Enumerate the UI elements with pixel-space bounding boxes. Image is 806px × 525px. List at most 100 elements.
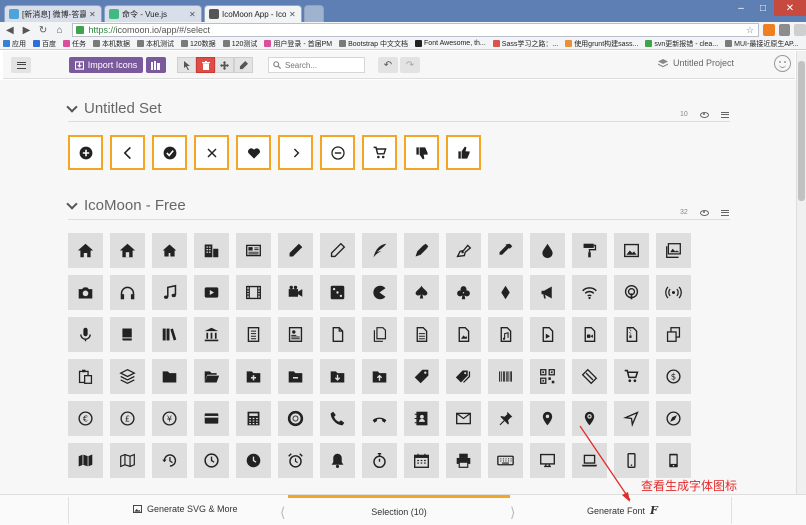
bookmark-item[interactable]: Sass学习之路：... [492,39,558,49]
icon-tile[interactable] [110,233,145,268]
browser-tab-icomoon[interactable]: IcoMoon App - Icon Fo ✕ [204,5,302,22]
icon-tile[interactable] [488,275,523,310]
move-tool-button[interactable] [215,57,234,73]
icon-tile[interactable]: € [68,401,103,436]
chevron-left-icon[interactable]: ⟨ [280,504,285,521]
search-field[interactable] [268,57,365,73]
icon-tile[interactable] [404,317,439,352]
icon-tile[interactable]: ¥ [152,401,187,436]
icon-tile[interactable] [404,233,439,268]
icon-tile[interactable] [446,443,481,478]
icon-tile[interactable] [362,443,397,478]
selection-toggle[interactable]: Selection (10) [288,495,510,525]
bookmark-item[interactable]: 120测试 [222,39,257,49]
bookmark-item[interactable]: 本机数据 [93,39,130,49]
icon-tile[interactable] [530,359,565,394]
icon-tile[interactable] [320,443,355,478]
icon-tile[interactable] [362,317,397,352]
tab-close-icon[interactable]: ✕ [89,10,97,19]
icon-tile[interactable] [236,443,271,478]
icon-tile[interactable]: £ [110,401,145,436]
untitled-set-header[interactable]: Untitled Set [66,100,162,117]
icon-tile[interactable] [68,233,103,268]
bookmark-item[interactable]: MUI-最接近原生AP... [725,39,799,49]
icon-tile[interactable] [278,233,313,268]
tab-close-icon[interactable]: ✕ [189,10,197,19]
icon-tile[interactable] [194,359,229,394]
icon-tile[interactable] [446,401,481,436]
icon-tile[interactable] [194,233,229,268]
icon-tile[interactable] [278,401,313,436]
browser-menu-icon[interactable] [794,24,806,36]
icon-tile[interactable] [404,275,439,310]
edit-tool-button[interactable] [234,57,253,73]
icon-tile[interactable] [656,317,691,352]
bookmark-item[interactable]: 百度 [33,39,56,49]
icon-tile[interactable] [236,359,271,394]
home-icon[interactable]: ⌂ [53,23,67,37]
minimize-button[interactable]: – [730,0,752,16]
delete-tool-button[interactable] [196,57,215,73]
icon-tile[interactable] [320,317,355,352]
icon-tile[interactable] [68,443,103,478]
bookmark-item[interactable]: 任务 [63,39,86,49]
icon-tile[interactable] [446,359,481,394]
set-menu-icon[interactable] [720,111,729,118]
generate-svg-button[interactable]: Generate SVG & More [133,504,238,514]
icomoon-free-set-header[interactable]: IcoMoon - Free [66,197,186,214]
icon-tile[interactable] [572,275,607,310]
selected-icon-tile[interactable] [110,135,145,170]
selected-icon-tile[interactable] [68,135,103,170]
icon-tile[interactable] [572,233,607,268]
selected-icon-tile[interactable] [152,135,187,170]
bookmark-item[interactable]: 使用grunt构建sass... [565,39,638,49]
eye-icon[interactable] [699,209,709,216]
page-scrollbar[interactable] [796,51,806,494]
icon-tile[interactable] [362,233,397,268]
icon-tile[interactable] [278,317,313,352]
icon-tile[interactable]: $ [656,359,691,394]
chevron-right-icon[interactable]: ⟩ [510,504,515,521]
icon-tile[interactable] [614,233,649,268]
bookmark-item[interactable]: 120数据 [181,39,216,49]
icon-tile[interactable] [110,359,145,394]
browser-tab-weibo[interactable]: [新消息] 微博-答赢职业人 ✕ [4,5,102,22]
browser-tab-vue[interactable]: 命令 - Vue.js ✕ [104,5,202,22]
icon-tile[interactable] [68,359,103,394]
bookmark-item[interactable]: 本机测试 [137,39,174,49]
icon-tile[interactable] [152,275,187,310]
new-tab-button[interactable] [304,5,324,22]
icon-tile[interactable] [110,443,145,478]
icon-tile[interactable] [530,317,565,352]
icon-tile[interactable] [656,443,691,478]
select-tool-button[interactable] [177,57,196,73]
icon-tile[interactable] [530,275,565,310]
icon-tile[interactable] [320,359,355,394]
icon-tile[interactable] [446,233,481,268]
icon-tile[interactable] [320,233,355,268]
icon-tile[interactable] [194,275,229,310]
maximize-button[interactable]: □ [752,0,774,16]
icon-tile[interactable] [194,317,229,352]
icon-tile[interactable] [614,275,649,310]
icon-tile[interactable] [278,275,313,310]
icon-tile[interactable] [362,401,397,436]
icon-tile[interactable] [194,443,229,478]
bookmark-item[interactable]: Font Awesome, th... [415,40,486,47]
icon-tile[interactable] [404,401,439,436]
main-menu-button[interactable] [11,57,31,73]
icon-tile[interactable] [488,359,523,394]
bookmark-item[interactable]: svn更新报错 - clea... [645,39,718,49]
icon-tile[interactable] [656,233,691,268]
icon-tile[interactable] [572,317,607,352]
import-icons-button[interactable]: Import Icons [69,57,143,73]
selected-icon-tile[interactable] [278,135,313,170]
selected-icon-tile[interactable] [362,135,397,170]
undo-button[interactable]: ↶ [378,57,398,73]
icon-tile[interactable] [614,359,649,394]
icon-tile[interactable] [488,317,523,352]
icon-tile[interactable] [320,401,355,436]
icon-tile[interactable] [278,359,313,394]
selected-icon-tile[interactable] [236,135,271,170]
icon-tile[interactable] [572,359,607,394]
